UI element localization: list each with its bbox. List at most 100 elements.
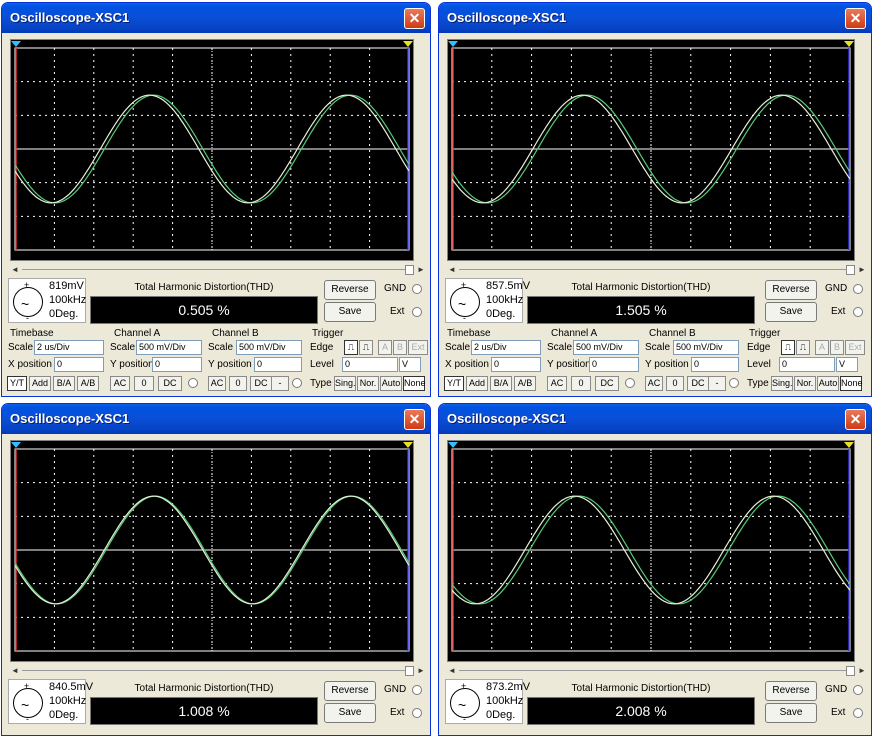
channel-a-scale-field[interactable]: 500 mV/Div (136, 340, 202, 355)
title-bar[interactable]: Oscilloscope-XSC1 ✕ (439, 404, 871, 434)
channel-b-ypos-field[interactable]: 0 (691, 357, 739, 372)
scroll-right-icon[interactable]: ► (857, 265, 867, 275)
x-position-field[interactable]: 0 (54, 357, 104, 372)
save-button[interactable]: Save (765, 703, 817, 723)
scroll-left-icon[interactable]: ◄ (10, 265, 20, 275)
reverse-button[interactable]: Reverse (324, 280, 376, 300)
scroll-track[interactable] (459, 670, 855, 671)
scroll-left-icon[interactable]: ◄ (447, 265, 457, 275)
scroll-thumb[interactable] (846, 666, 855, 676)
reverse-button[interactable]: Reverse (765, 681, 817, 701)
channel-b-scale-field[interactable]: 500 mV/Div (673, 340, 739, 355)
scroll-right-icon[interactable]: ► (416, 265, 426, 275)
close-button[interactable]: ✕ (845, 409, 866, 430)
gnd-radio[interactable] (412, 685, 422, 695)
gnd-radio[interactable] (853, 685, 863, 695)
scroll-right-icon[interactable]: ► (416, 666, 426, 676)
channel-b-coupling-radio[interactable] (729, 378, 739, 388)
scroll-left-icon[interactable]: ◄ (10, 666, 20, 676)
scroll-thumb[interactable] (405, 666, 414, 676)
title-bar[interactable]: Oscilloscope-XSC1 ✕ (2, 3, 430, 33)
x-position-field[interactable]: 0 (491, 357, 541, 372)
trigger-falling-edge-button[interactable]: ⎍ (359, 340, 373, 355)
save-button[interactable]: Save (324, 302, 376, 322)
channel-b-minus-button[interactable]: - (271, 376, 289, 391)
gnd-radio[interactable] (853, 284, 863, 294)
trigger-level-field[interactable]: 0 (342, 357, 398, 372)
trigger-falling-edge-button[interactable]: ⎍ (796, 340, 810, 355)
channel-a-ypos-field[interactable]: 0 (152, 357, 202, 372)
close-button[interactable]: ✕ (845, 8, 866, 29)
channel-b-minus-button[interactable]: - (708, 376, 726, 391)
trigger-source-ext-button[interactable]: Ext (845, 340, 865, 355)
trigger-rising-edge-button[interactable]: ⎍ (781, 340, 795, 355)
channel-b-zero-button[interactable]: 0 (229, 376, 247, 391)
trigger-level-field[interactable]: 0 (779, 357, 835, 372)
channel-a-dc-button[interactable]: DC (595, 376, 619, 391)
ext-radio[interactable] (853, 307, 863, 317)
channel-a-coupling-radio[interactable] (625, 378, 635, 388)
trigger-source-ext-button[interactable]: Ext (408, 340, 428, 355)
display-ab-button[interactable]: A/B (514, 376, 536, 391)
channel-a-coupling-radio[interactable] (188, 378, 198, 388)
trigger-source-b-button[interactable]: B (393, 340, 407, 355)
display-add-button[interactable]: Add (466, 376, 488, 391)
ext-radio[interactable] (412, 307, 422, 317)
trigger-level-unit[interactable]: V (399, 357, 421, 372)
reverse-button[interactable]: Reverse (324, 681, 376, 701)
title-bar[interactable]: Oscilloscope-XSC1 ✕ (439, 3, 871, 33)
channel-b-coupling-radio[interactable] (292, 378, 302, 388)
channel-a-dc-button[interactable]: DC (158, 376, 182, 391)
display-ba-button[interactable]: B/A (53, 376, 75, 391)
timebase-scale-field[interactable]: 2 us/Div (471, 340, 541, 355)
channel-b-ac-button[interactable]: AC (645, 376, 663, 391)
channel-a-scale-field[interactable]: 500 mV/Div (573, 340, 639, 355)
horizontal-scrollbar[interactable]: ◄ ► (447, 665, 867, 677)
oscilloscope-screen[interactable] (447, 39, 855, 261)
timebase-scale-field[interactable]: 2 us/Div (34, 340, 104, 355)
channel-b-scale-field[interactable]: 500 mV/Div (236, 340, 302, 355)
trigger-type-none-button[interactable]: None (840, 376, 863, 391)
channel-a-ac-button[interactable]: AC (110, 376, 130, 391)
channel-a-zero-button[interactable]: 0 (571, 376, 591, 391)
channel-a-ac-button[interactable]: AC (547, 376, 567, 391)
display-yt-button[interactable]: Y/T (444, 376, 464, 391)
save-button[interactable]: Save (324, 703, 376, 723)
trigger-level-unit[interactable]: V (836, 357, 858, 372)
gnd-radio[interactable] (412, 284, 422, 294)
title-bar[interactable]: Oscilloscope-XSC1 ✕ (2, 404, 430, 434)
ext-radio[interactable] (853, 708, 863, 718)
scroll-right-icon[interactable]: ► (857, 666, 867, 676)
trigger-type-single-button[interactable]: Sing. (771, 376, 793, 391)
trigger-type-normal-button[interactable]: Nor. (357, 376, 379, 391)
trigger-type-auto-button[interactable]: Auto (380, 376, 402, 391)
horizontal-scrollbar[interactable]: ◄ ► (10, 665, 426, 677)
close-button[interactable]: ✕ (404, 8, 425, 29)
channel-b-dc-button[interactable]: DC (250, 376, 272, 391)
trigger-rising-edge-button[interactable]: ⎍ (344, 340, 358, 355)
channel-b-ypos-field[interactable]: 0 (254, 357, 302, 372)
display-ba-button[interactable]: B/A (490, 376, 512, 391)
horizontal-scrollbar[interactable]: ◄ ► (10, 264, 426, 276)
trigger-type-none-button[interactable]: None (403, 376, 426, 391)
channel-b-dc-button[interactable]: DC (687, 376, 709, 391)
reverse-button[interactable]: Reverse (765, 280, 817, 300)
scroll-track[interactable] (22, 269, 414, 270)
display-yt-button[interactable]: Y/T (7, 376, 27, 391)
scroll-thumb[interactable] (405, 265, 414, 275)
oscilloscope-screen[interactable] (10, 440, 414, 662)
horizontal-scrollbar[interactable]: ◄ ► (447, 264, 867, 276)
trigger-source-a-button[interactable]: A (815, 340, 829, 355)
scroll-left-icon[interactable]: ◄ (447, 666, 457, 676)
oscilloscope-screen[interactable] (447, 440, 855, 662)
scroll-thumb[interactable] (846, 265, 855, 275)
scroll-track[interactable] (22, 670, 414, 671)
trigger-source-b-button[interactable]: B (830, 340, 844, 355)
channel-b-ac-button[interactable]: AC (208, 376, 226, 391)
display-ab-button[interactable]: A/B (77, 376, 99, 391)
close-button[interactable]: ✕ (404, 409, 425, 430)
display-add-button[interactable]: Add (29, 376, 51, 391)
scroll-track[interactable] (459, 269, 855, 270)
trigger-type-auto-button[interactable]: Auto (817, 376, 839, 391)
trigger-source-a-button[interactable]: A (378, 340, 392, 355)
